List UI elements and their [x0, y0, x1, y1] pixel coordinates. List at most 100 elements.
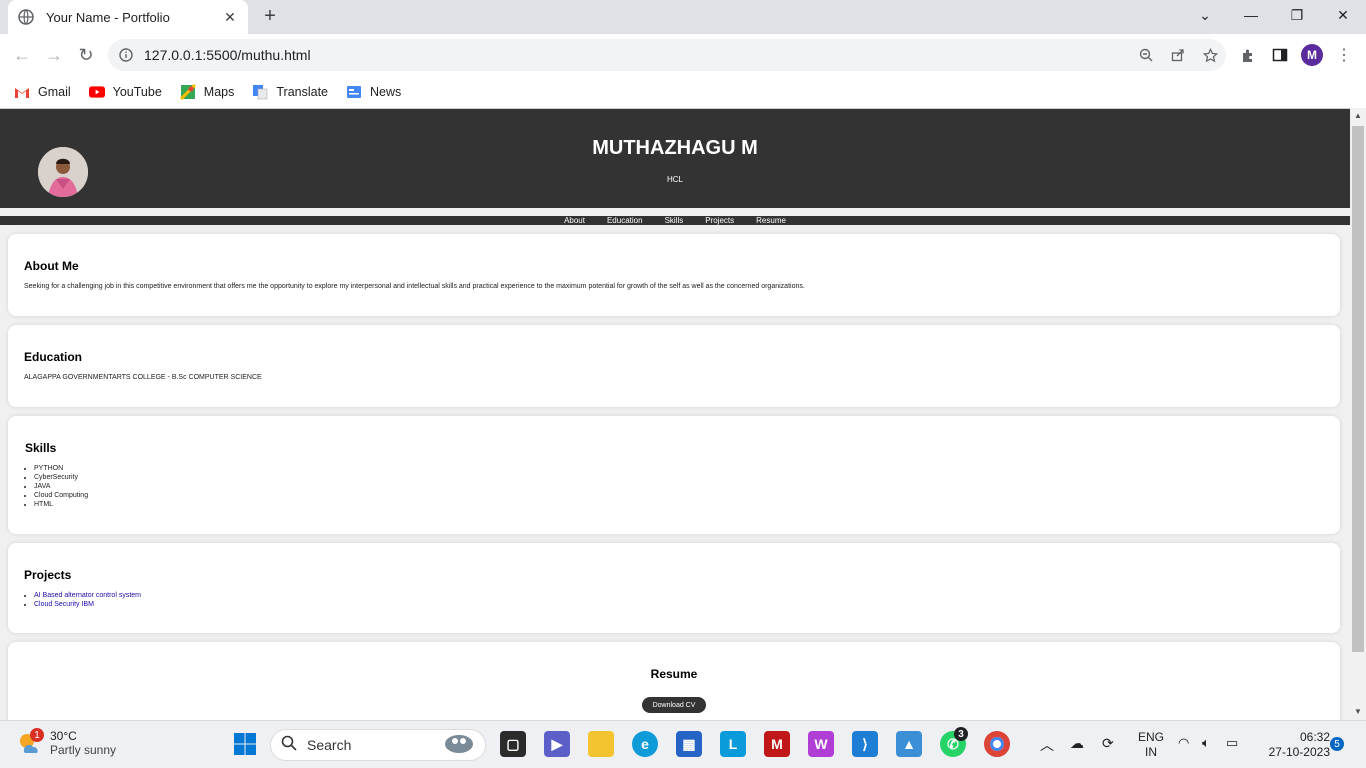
youtube-icon: [88, 84, 105, 100]
photos-icon[interactable]: ▲: [896, 731, 922, 757]
new-tab-button[interactable]: +: [258, 5, 282, 29]
close-window-button[interactable]: ✕: [1320, 0, 1366, 30]
lang-bottom: IN: [1145, 745, 1157, 759]
projects-list: AI Based alternator control system Cloud…: [34, 591, 141, 609]
nav-link-skills[interactable]: Skills: [665, 216, 684, 225]
teams-chat-icon[interactable]: ▶: [544, 731, 570, 757]
restore-button[interactable]: ❐: [1274, 0, 1320, 30]
about-section: About Me Seeking for a challenging job i…: [8, 234, 1340, 316]
profile-avatar[interactable]: M: [1300, 43, 1324, 67]
skills-title: Skills: [25, 441, 57, 455]
nav-link-about[interactable]: About: [564, 216, 585, 225]
site-info-icon[interactable]: [108, 48, 144, 62]
scroll-down-arrow-icon[interactable]: ▼: [1350, 704, 1366, 720]
wifi-icon[interactable]: ◠: [1178, 735, 1189, 751]
site-company: HCL: [666, 175, 683, 184]
scrollbar-thumb[interactable]: [1352, 126, 1364, 652]
reload-button[interactable]: ↻: [74, 43, 98, 67]
bookmark-star-icon[interactable]: [1194, 47, 1226, 63]
taskbar-search[interactable]: Search: [270, 729, 486, 761]
weather-widget[interactable]: 1 30°C Partly sunny: [16, 728, 117, 757]
tab-search-icon[interactable]: ⌄: [1182, 0, 1228, 30]
windows-taskbar: 1 30°C Partly sunny Search ▢ ▶ e ▦ L M W…: [0, 720, 1366, 768]
about-title: About Me: [24, 259, 79, 273]
project-link[interactable]: AI Based alternator control system: [34, 592, 141, 599]
tray-chevron-icon[interactable]: ︿: [1040, 735, 1054, 755]
bookmark-gmail[interactable]: Gmail: [14, 84, 71, 100]
projects-title: Projects: [24, 568, 72, 582]
language-indicator[interactable]: ENG IN: [1136, 730, 1166, 760]
clock-date: 27-10-2023: [1268, 745, 1330, 759]
bookmark-news[interactable]: News: [346, 84, 401, 100]
zoom-icon[interactable]: [1130, 48, 1162, 62]
battery-icon[interactable]: ▭: [1226, 735, 1238, 751]
resume-title: Resume: [650, 667, 698, 681]
wps-office-icon[interactable]: W: [808, 731, 834, 757]
profile-initial: M: [1301, 44, 1323, 66]
browser-toolbar: ← → ↻ 127.0.0.1:5500/muthu.html M ⋮: [0, 34, 1366, 76]
forward-button[interactable]: →: [42, 43, 66, 67]
gmail-icon: [14, 84, 30, 100]
weather-condition: Partly sunny: [50, 743, 117, 757]
volume-icon[interactable]: 🔈︎: [1202, 735, 1210, 751]
minimize-button[interactable]: —: [1228, 0, 1274, 30]
site-owner-name: MUTHAZHAGU M: [592, 137, 758, 159]
menu-kebab-icon[interactable]: ⋮: [1332, 43, 1356, 67]
bookmark-translate[interactable]: Translate: [252, 84, 328, 100]
projects-section: Projects AI Based alternator control sys…: [8, 543, 1340, 633]
search-highlight-icon: [441, 730, 477, 761]
mcafee-icon[interactable]: M: [764, 731, 790, 757]
bookmark-label: Translate: [276, 85, 329, 99]
clock[interactable]: 06:32 27-10-2023: [1254, 730, 1330, 760]
skills-list: PYTHON CyberSecurity JAVA Cloud Computin…: [34, 464, 88, 509]
lang-top: ENG: [1137, 730, 1164, 744]
file-explorer-icon[interactable]: [588, 731, 614, 757]
scroll-up-arrow-icon[interactable]: ▲: [1350, 108, 1366, 124]
skill-item: Cloud Computing: [34, 491, 88, 500]
browser-titlebar: Your Name - Portfolio ✕ + ⌄ — ❐ ✕: [0, 0, 1366, 34]
weather-temp: 30°C: [50, 729, 77, 743]
bookmark-youtube[interactable]: YouTube: [88, 84, 162, 100]
resume-section: Resume Download CV: [8, 642, 1340, 720]
skill-item: HTML: [34, 500, 88, 509]
side-panel-icon[interactable]: [1268, 43, 1292, 67]
address-bar[interactable]: 127.0.0.1:5500/muthu.html: [108, 39, 1226, 71]
chrome-icon[interactable]: [984, 731, 1010, 757]
edge-icon[interactable]: e: [632, 731, 658, 757]
page-scrollbar[interactable]: ▲ ▼: [1350, 108, 1366, 720]
education-section: Education ALAGAPPA GOVERNMENTARTS COLLEG…: [8, 325, 1340, 407]
extensions-icon[interactable]: [1236, 43, 1260, 67]
nav-link-projects[interactable]: Projects: [705, 216, 734, 225]
skill-item: JAVA: [34, 482, 88, 491]
globe-icon: [18, 9, 34, 25]
download-cv-button[interactable]: Download CV: [642, 697, 706, 713]
weather-sun-icon: 1: [16, 728, 44, 756]
lenovo-app-icon[interactable]: L: [720, 731, 746, 757]
sync-icon[interactable]: ⟳: [1102, 735, 1114, 752]
bookmark-maps[interactable]: Maps: [179, 84, 234, 100]
news-icon: [346, 84, 362, 100]
clock-time: 06:32: [1299, 730, 1330, 744]
page-viewport: MUTHAZHAGU M HCL About Education Skills …: [0, 108, 1350, 720]
notification-count[interactable]: 5: [1330, 737, 1344, 751]
share-icon[interactable]: [1162, 48, 1194, 62]
weather-badge: 1: [30, 728, 44, 742]
skill-item: PYTHON: [34, 464, 88, 473]
bookmark-label: News: [370, 85, 402, 99]
education-text: ALAGAPPA GOVERNMENTARTS COLLEGE - B.Sc C…: [24, 374, 262, 381]
windows-start-icon[interactable]: [232, 731, 258, 757]
browser-tab[interactable]: Your Name - Portfolio ✕: [8, 0, 248, 34]
site-nav: About Education Skills Projects Resume: [0, 216, 1350, 225]
nav-link-education[interactable]: Education: [607, 216, 643, 225]
project-link[interactable]: Cloud Security IBM: [34, 601, 94, 608]
vscode-icon[interactable]: ⟩: [852, 731, 878, 757]
about-text: Seeking for a challenging job in this co…: [24, 283, 805, 290]
task-view-icon[interactable]: ▢: [500, 731, 526, 757]
microsoft-store-icon[interactable]: ▦: [676, 731, 702, 757]
onedrive-icon[interactable]: ☁: [1070, 735, 1084, 752]
whatsapp-icon[interactable]: ✆ 3: [940, 727, 968, 757]
back-button[interactable]: ←: [10, 43, 34, 67]
whatsapp-badge: 3: [954, 727, 968, 741]
close-tab-icon[interactable]: ✕: [222, 9, 238, 26]
nav-link-resume[interactable]: Resume: [756, 216, 786, 225]
